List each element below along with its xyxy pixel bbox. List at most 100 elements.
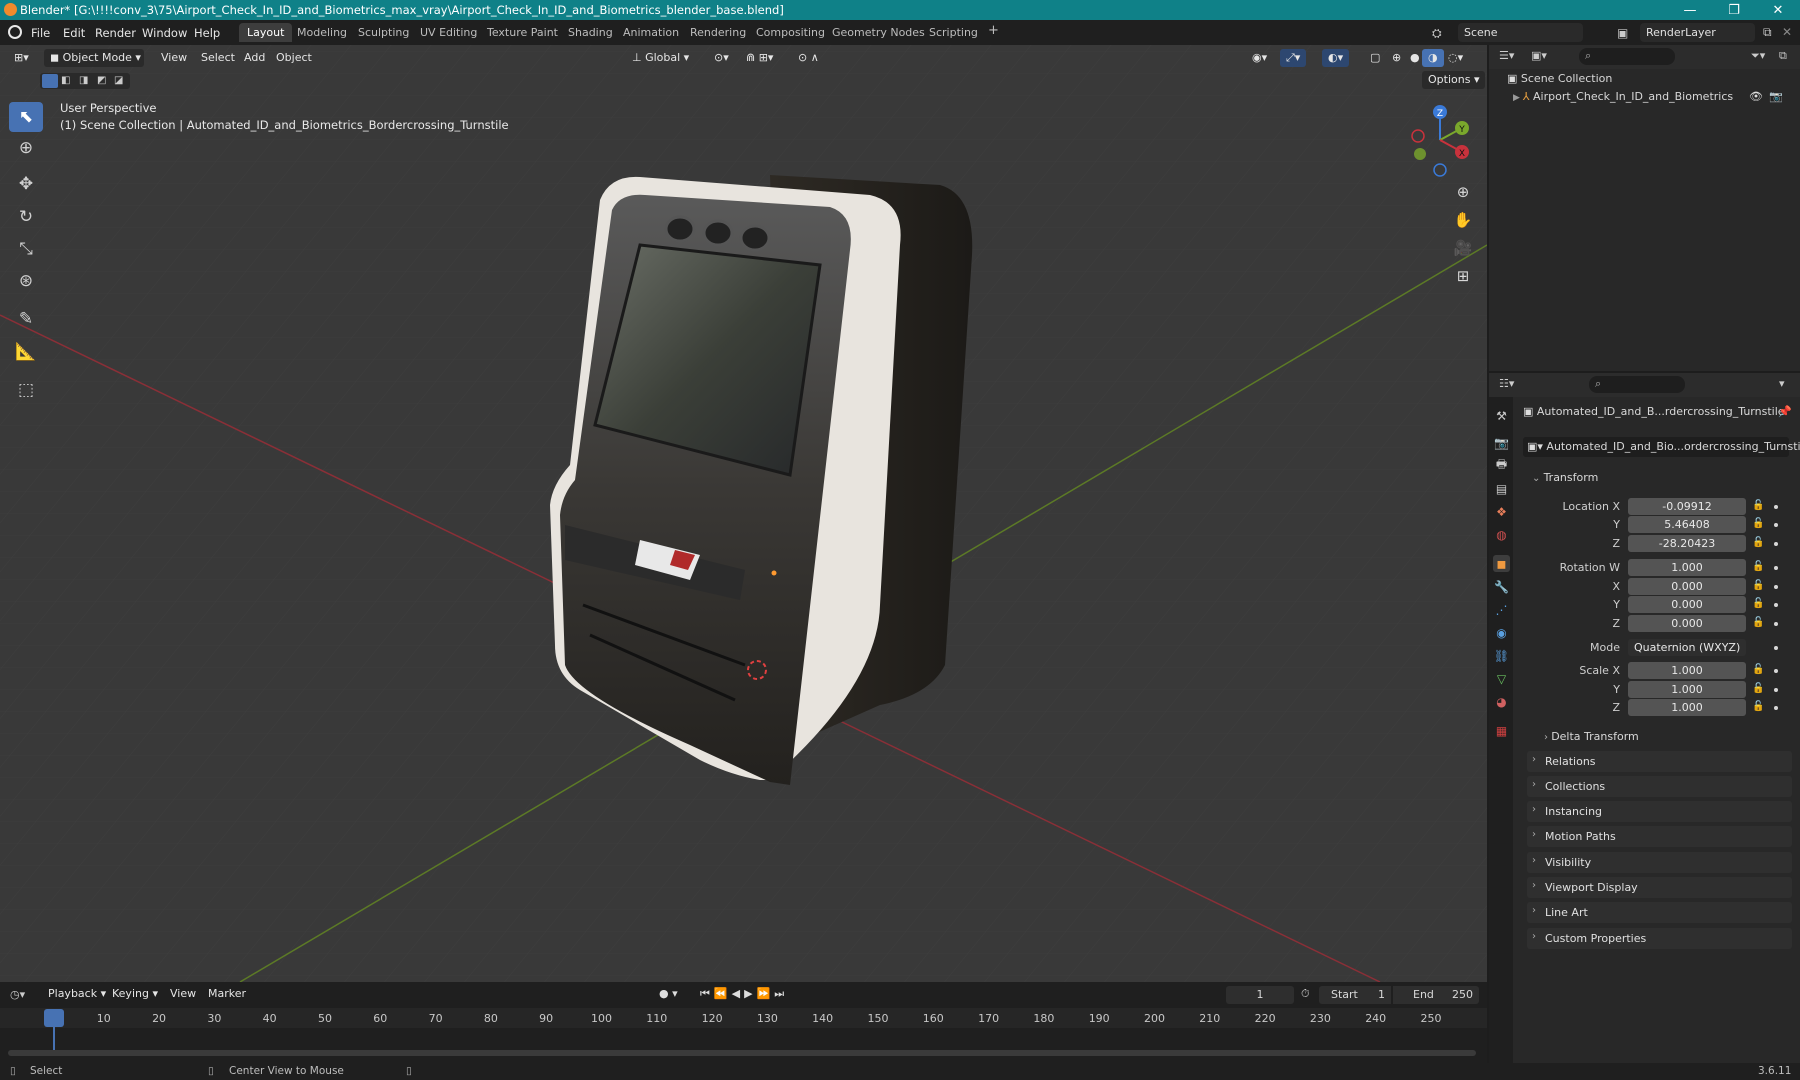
modifier-tab-icon[interactable]: 🔧 bbox=[1493, 578, 1510, 595]
tab-sculpting[interactable]: Sculpting bbox=[350, 23, 417, 42]
move-tool[interactable]: ✥ bbox=[9, 169, 43, 199]
select-invert-icon[interactable]: ◩ bbox=[97, 75, 106, 86]
keyframe-dot[interactable] bbox=[1774, 603, 1778, 607]
rotation-y-field[interactable]: 0.000 bbox=[1628, 596, 1746, 613]
3d-viewport[interactable]: ⊞▾ ◼ Object Mode ▾ View Select Add Objec… bbox=[0, 45, 1487, 982]
keyframe-dot[interactable] bbox=[1774, 585, 1778, 589]
rendered-shading-icon[interactable]: ◌▾ bbox=[1442, 49, 1469, 67]
jump-start-icon[interactable]: ⏮ bbox=[700, 987, 714, 1000]
start-frame-field[interactable]: Start 1 bbox=[1319, 986, 1391, 1004]
menu-window[interactable]: Window bbox=[142, 26, 187, 40]
texture-tab-icon[interactable]: ▦ bbox=[1493, 722, 1510, 739]
material-shading-icon[interactable]: ◑ bbox=[1422, 49, 1444, 67]
tab-uv-editing[interactable]: UV Editing bbox=[412, 23, 485, 42]
transform-panel-header[interactable]: ⌄ Transform bbox=[1527, 468, 1792, 488]
scene-tab-icon[interactable]: ❖ bbox=[1493, 503, 1510, 520]
jump-end-icon[interactable]: ⏭ bbox=[774, 987, 788, 1000]
scale-tool[interactable]: ⤡ bbox=[9, 234, 43, 264]
select-new-icon[interactable] bbox=[42, 74, 58, 88]
properties-search-input[interactable]: ⌕ bbox=[1589, 376, 1685, 393]
lock-rotation-z-icon[interactable]: 🔓 bbox=[1752, 617, 1764, 628]
tab-texture-paint[interactable]: Texture Paint bbox=[479, 23, 566, 42]
add-cube-tool[interactable]: ⬚ bbox=[9, 375, 43, 405]
playback-menu[interactable]: Playback ▾ bbox=[42, 985, 112, 1003]
keyframe-dot[interactable] bbox=[1774, 523, 1778, 527]
new-layer-icon[interactable]: ⧉ bbox=[1763, 25, 1772, 40]
tab-shading[interactable]: Shading bbox=[560, 23, 621, 42]
camera-view-icon[interactable]: 🎥 bbox=[1448, 235, 1478, 261]
annotate-tool[interactable]: ✎ bbox=[9, 304, 43, 334]
tab-scripting[interactable]: Scripting bbox=[921, 23, 986, 42]
menu-help[interactable]: Help bbox=[194, 26, 220, 40]
xray-icon[interactable]: ▢ bbox=[1364, 49, 1386, 67]
outliner-item[interactable]: ▶ ⅄ Airport_Check_In_ID_and_Biometrics 👁… bbox=[1513, 90, 1800, 108]
stopwatch-icon[interactable]: ⏱ bbox=[1301, 987, 1310, 1001]
panel-viewport-display[interactable]: › Viewport Display bbox=[1527, 877, 1792, 898]
new-collection-icon[interactable]: ⧉ bbox=[1779, 49, 1787, 63]
minimize-button[interactable]: — bbox=[1668, 0, 1712, 20]
object-menu[interactable]: Object bbox=[270, 49, 318, 67]
rotation-w-field[interactable]: 1.000 bbox=[1628, 559, 1746, 576]
menu-render[interactable]: Render bbox=[95, 26, 136, 40]
marker-menu[interactable]: Marker bbox=[202, 985, 252, 1003]
render-layer-selector[interactable]: RenderLayer bbox=[1640, 23, 1755, 42]
add-menu[interactable]: Add bbox=[238, 49, 271, 67]
snap-icon[interactable]: ⋒ ⊞▾ bbox=[740, 49, 779, 67]
cursor-tool[interactable]: ⊕ bbox=[9, 133, 43, 163]
object-tab-icon[interactable]: ◼ bbox=[1493, 555, 1510, 572]
record-icon[interactable]: ● ▾ bbox=[659, 987, 678, 1000]
options-button[interactable]: Options ▾ bbox=[1422, 71, 1486, 89]
lock-rotation-w-icon[interactable]: 🔓 bbox=[1752, 561, 1764, 572]
editor-type-button[interactable]: ⊞▾ bbox=[8, 49, 35, 67]
select-extend-icon[interactable]: ◧ bbox=[61, 75, 70, 86]
pin-icon[interactable]: 📌 bbox=[1778, 405, 1792, 418]
output-tab-icon[interactable]: 🖶 bbox=[1493, 457, 1510, 474]
lock-location-y-icon[interactable]: 🔓 bbox=[1752, 518, 1764, 529]
world-tab-icon[interactable]: ◍ bbox=[1493, 526, 1510, 543]
keyframe-dot[interactable] bbox=[1774, 566, 1778, 570]
scale-z-field[interactable]: 1.000 bbox=[1628, 699, 1746, 716]
keyframe-dot[interactable] bbox=[1774, 688, 1778, 692]
object-name-field[interactable]: ▣▾ Automated_ID_and_Bio...ordercrossing_… bbox=[1523, 437, 1800, 457]
filter-icon[interactable]: ⏷▾ bbox=[1751, 49, 1765, 63]
timeline-scrollbar[interactable] bbox=[8, 1050, 1476, 1056]
select-box-tool[interactable]: ⬉ bbox=[9, 102, 43, 132]
current-frame-field[interactable]: 1 bbox=[1226, 986, 1294, 1004]
lock-rotation-y-icon[interactable]: 🔓 bbox=[1752, 598, 1764, 609]
tab-modeling[interactable]: Modeling bbox=[289, 23, 355, 42]
lock-scale-y-icon[interactable]: 🔓 bbox=[1752, 683, 1764, 694]
rotation-z-field[interactable]: 0.000 bbox=[1628, 615, 1746, 632]
keyframe-dot[interactable] bbox=[1774, 542, 1778, 546]
location-y-field[interactable]: 5.46408 bbox=[1628, 516, 1746, 533]
render-tab-icon[interactable]: 📷 bbox=[1493, 434, 1510, 451]
location-z-field[interactable]: -28.20423 bbox=[1628, 535, 1746, 552]
tab-geometry-nodes[interactable]: Geometry Nodes bbox=[824, 23, 933, 42]
expand-arrow-icon[interactable]: ▶ bbox=[1513, 93, 1523, 103]
gizmo-toggle-icon[interactable]: ⤢▾ bbox=[1280, 49, 1307, 67]
remove-layer-icon[interactable]: ✕ bbox=[1782, 25, 1792, 39]
rotation-mode-dropdown[interactable]: Quaternion (WXYZ) ▾ bbox=[1628, 639, 1746, 671]
lock-scale-z-icon[interactable]: 🔓 bbox=[1752, 701, 1764, 712]
keyframe-dot[interactable] bbox=[1774, 505, 1778, 509]
material-tab-icon[interactable]: ◕ bbox=[1493, 693, 1510, 710]
keyframe-dot[interactable] bbox=[1774, 706, 1778, 710]
panel-custom-properties[interactable]: › Custom Properties bbox=[1527, 928, 1792, 949]
lock-location-x-icon[interactable]: 🔓 bbox=[1752, 500, 1764, 511]
panel-relations[interactable]: › Relations bbox=[1527, 751, 1792, 772]
outliner-editor-icon[interactable]: ☰▾ bbox=[1499, 49, 1514, 62]
select-subtract-icon[interactable]: ◨ bbox=[79, 75, 88, 86]
menu-file[interactable]: File bbox=[31, 26, 50, 40]
delta-transform-subpanel[interactable]: › Delta Transform bbox=[1540, 728, 1790, 746]
perspective-grid-icon[interactable]: ⊞ bbox=[1448, 263, 1478, 289]
lock-scale-x-icon[interactable]: 🔓 bbox=[1752, 664, 1764, 675]
outliner-root-row[interactable]: ▣ Scene Collection bbox=[1507, 72, 1612, 85]
overlay-toggle-icon[interactable]: ◐▾ bbox=[1322, 49, 1350, 67]
next-keyframe-icon[interactable]: ⏩ bbox=[757, 987, 775, 1000]
maximize-button[interactable]: ❐ bbox=[1712, 0, 1756, 20]
rotate-tool[interactable]: ↻ bbox=[9, 202, 43, 232]
keyframe-dot[interactable] bbox=[1774, 622, 1778, 626]
measure-tool[interactable]: 📐 bbox=[9, 337, 43, 367]
scale-x-field[interactable]: 1.000 bbox=[1628, 662, 1746, 679]
rotation-x-field[interactable]: 0.000 bbox=[1628, 578, 1746, 595]
navigation-gizmo[interactable]: Z Y X bbox=[1400, 100, 1480, 180]
